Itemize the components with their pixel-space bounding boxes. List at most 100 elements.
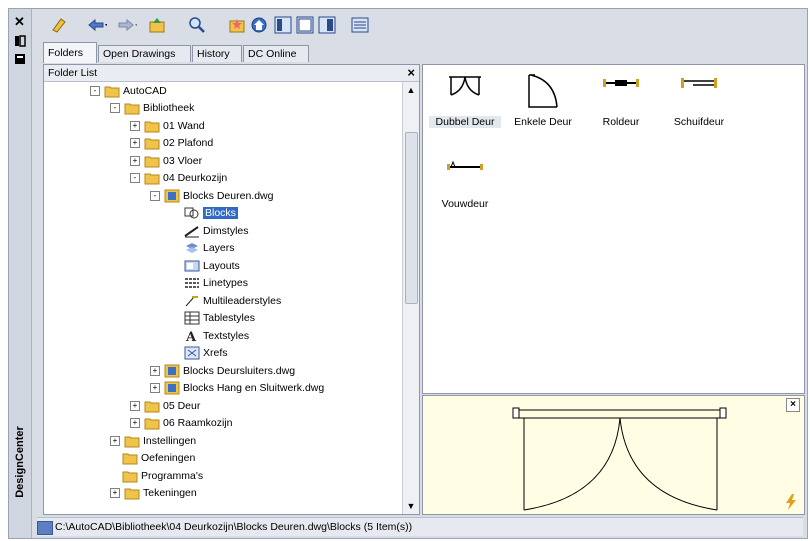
preview-pane: ×	[422, 395, 805, 515]
folder-list-panel: Folder List × - AutoCAD - Bibliotheek +01 Wa…	[43, 64, 420, 515]
forward-icon[interactable]	[117, 15, 137, 35]
preview-toggle-icon[interactable]	[295, 15, 315, 35]
tree-node-label: Instellingen	[143, 434, 197, 447]
block-item-label: Roldeur	[602, 116, 640, 128]
tree-node-label: AutoCAD	[123, 84, 167, 97]
tree-node[interactable]: +02 Plafond	[130, 135, 213, 152]
expand-toggle-icon[interactable]: -	[110, 103, 120, 113]
expand-toggle-icon[interactable]: -	[130, 173, 140, 183]
tree-node[interactable]: Xrefs	[184, 345, 228, 362]
folder-icon	[122, 469, 141, 483]
tree-node[interactable]: + Blocks Deursluiters.dwg	[150, 362, 295, 379]
folder-icon	[144, 416, 163, 430]
expand-toggle-icon[interactable]: +	[130, 155, 140, 166]
door-preview-drawing	[512, 407, 727, 511]
tree-node-label: Dimstyles	[203, 224, 249, 237]
tree-node-label: Layouts	[203, 259, 240, 272]
tree-node-label: Blocks Deursluiters.dwg	[183, 364, 296, 377]
load-icon[interactable]	[49, 15, 69, 35]
tree-node-label: Blocks	[203, 207, 238, 219]
expand-toggle-icon[interactable]: +	[110, 488, 120, 498]
tree-view-toggle-icon[interactable]	[273, 15, 293, 35]
blocks-icon	[184, 206, 203, 220]
dwg-icon	[164, 381, 183, 395]
folder-icon	[122, 451, 141, 465]
tab-open-drawings[interactable]: Open Drawings	[98, 45, 191, 62]
scroll-thumb[interactable]	[405, 132, 418, 304]
tree-node[interactable]: Oefeningen	[122, 450, 195, 467]
up-icon[interactable]	[147, 15, 167, 35]
palette-title: DesignCenter	[14, 426, 26, 498]
expand-toggle-icon[interactable]: -	[90, 85, 100, 96]
tree-node[interactable]: Blocks	[184, 205, 238, 222]
tree-node[interactable]: Layers	[184, 240, 235, 257]
tree-node[interactable]: Multileaderstyles	[184, 292, 281, 309]
tree-node-label: Layers	[203, 242, 235, 254]
tab-dc-online[interactable]: DC Online	[243, 45, 309, 62]
tree-node[interactable]: A Textstyles	[184, 327, 249, 344]
tree-node-label: Textstyles	[203, 329, 250, 342]
tree-node[interactable]: + Blocks Hang en Sluitwerk.dwg	[150, 380, 324, 397]
tree-node[interactable]: - Bibliotheek	[110, 100, 194, 117]
tree-node[interactable]: + Tekeningen	[110, 485, 197, 502]
tree-node-label: Linetypes	[203, 277, 248, 289]
tree-node[interactable]: +05 Deur	[130, 397, 200, 414]
tree-node[interactable]: Linetypes	[184, 275, 248, 292]
folder-icon	[124, 434, 143, 448]
preview-close-icon[interactable]: ×	[786, 398, 800, 412]
palette-title-strip[interactable]: ✕ DesignCenter	[9, 9, 32, 538]
scroll-up-icon[interactable]: ▲	[403, 82, 419, 98]
home-icon[interactable]	[249, 15, 269, 35]
block-item[interactable]: Roldeur	[585, 71, 657, 131]
back-icon[interactable]	[87, 15, 107, 35]
expand-toggle-icon[interactable]: +	[130, 120, 140, 131]
favorites-icon[interactable]	[227, 15, 247, 35]
tree-node[interactable]: Programma's	[122, 467, 203, 484]
folder-icon	[144, 119, 163, 133]
block-item[interactable]: Schuifdeur	[663, 71, 735, 131]
description-toggle-icon[interactable]	[317, 15, 337, 35]
scroll-down-icon[interactable]: ▼	[403, 498, 419, 514]
tree-node-label: 03 Vloer	[163, 154, 203, 167]
block-item[interactable]: Vouwdeur	[429, 153, 501, 213]
expand-toggle-icon[interactable]: +	[150, 365, 160, 376]
block-item-label: Schuifdeur	[673, 116, 725, 128]
tree-node-label: Blocks Hang en Sluitwerk.dwg	[183, 382, 325, 394]
lightning-icon	[786, 494, 796, 510]
expand-toggle-icon[interactable]: -	[150, 190, 160, 201]
block-item[interactable]: Enkele Deur	[507, 71, 579, 131]
expand-toggle-icon[interactable]: +	[150, 383, 160, 393]
expand-toggle-icon[interactable]: +	[130, 400, 140, 411]
tree-node[interactable]: Dimstyles	[184, 222, 249, 239]
svg-text:A: A	[185, 330, 197, 343]
tree-node-label: Multileaderstyles	[203, 294, 282, 307]
close-icon[interactable]: ✕	[13, 15, 26, 28]
tree-node-label: Blocks Deuren.dwg	[183, 189, 274, 202]
tab-history[interactable]: History	[192, 45, 242, 62]
tree-node[interactable]: Tablestyles	[184, 310, 255, 327]
tree-node[interactable]: - Blocks Deuren.dwg	[150, 187, 273, 204]
expand-toggle-icon[interactable]: +	[130, 418, 140, 428]
expand-toggle-icon[interactable]: +	[110, 435, 120, 446]
expand-toggle-icon[interactable]: +	[130, 138, 140, 148]
tree-node[interactable]: +01 Wand	[130, 117, 205, 134]
block-item-label: Enkele Deur	[514, 116, 572, 128]
tree-node[interactable]: - 04 Deurkozijn	[130, 170, 227, 187]
folder-list-scrollbar[interactable]: ▲ ▼	[402, 82, 419, 514]
autohide-icon[interactable]	[13, 35, 26, 48]
views-icon[interactable]	[351, 15, 371, 35]
block-item[interactable]: Dubbel Deur	[429, 71, 501, 131]
search-icon[interactable]	[187, 15, 207, 35]
tree-node[interactable]: - AutoCAD	[90, 82, 167, 99]
folder-list-close-icon[interactable]: ×	[407, 65, 415, 80]
tree-node[interactable]: Layouts	[184, 257, 240, 274]
properties-icon[interactable]	[13, 53, 26, 66]
folder-tree[interactable]: - AutoCAD - Bibliotheek +01 Wand +02 Plafond +…	[44, 82, 403, 514]
tree-node[interactable]: + Instellingen	[110, 432, 196, 449]
tree-node-label: Xrefs	[203, 347, 228, 359]
tree-node[interactable]: +06 Raamkozijn	[130, 415, 232, 432]
tree-node[interactable]: +03 Vloer	[130, 152, 202, 169]
folder-icon	[144, 399, 163, 413]
folder-icon	[144, 154, 163, 168]
tab-folders[interactable]: Folders	[43, 42, 97, 63]
